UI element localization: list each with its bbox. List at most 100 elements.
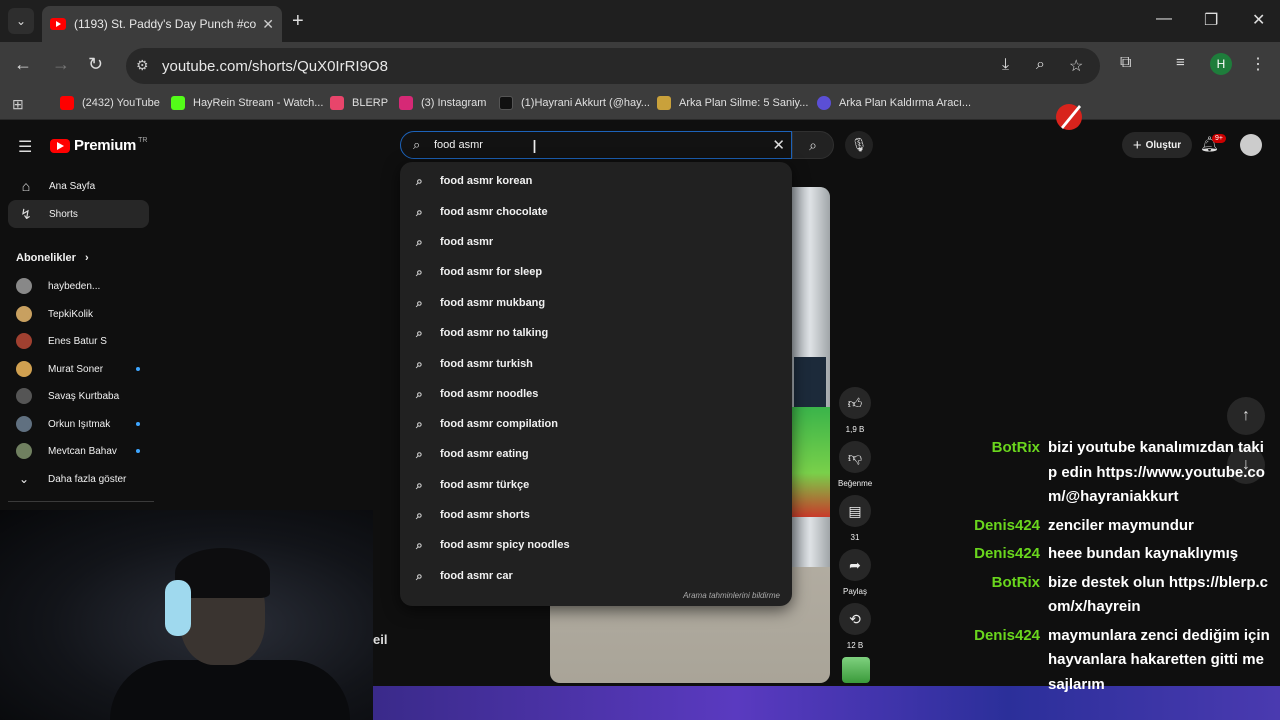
search-box[interactable]: ⌕ food asmr ✕ bbox=[400, 131, 792, 159]
profile-avatar[interactable]: H bbox=[1210, 53, 1232, 75]
subscription-name: TepkiKolik bbox=[48, 308, 94, 320]
search-icon: ⌕ bbox=[416, 386, 423, 401]
suggestion-item[interactable]: ⌕ food asmr korean bbox=[400, 166, 792, 196]
subscription-item[interactable]: Savaş Kurtbaba bbox=[16, 385, 140, 407]
chat-username: Denis424 bbox=[974, 545, 1040, 562]
suggestion-item[interactable]: ⌕ food asmr for sleep bbox=[400, 257, 792, 287]
suggestion-item[interactable]: ⌕ food asmr bbox=[400, 227, 792, 257]
search-icon: ⌕ bbox=[416, 234, 423, 249]
suggestion-item[interactable]: ⌕ food asmr shorts bbox=[400, 500, 792, 530]
bookmark-label: (3) Instagram bbox=[421, 97, 487, 109]
avatar[interactable] bbox=[1240, 134, 1262, 156]
bookmark-instagram[interactable]: (3) Instagram bbox=[399, 96, 486, 110]
instagram-icon bbox=[399, 96, 413, 110]
live-dot bbox=[136, 449, 140, 453]
like-button[interactable]: 👍︎ 1,9 B bbox=[838, 387, 872, 434]
subscription-item[interactable]: Orkun Işıtmak bbox=[16, 413, 140, 435]
suggestion-item[interactable]: ⌕ food asmr mukbang bbox=[400, 288, 792, 318]
restore-button[interactable]: ❐ bbox=[1204, 10, 1218, 30]
subscriptions-heading[interactable]: Abonelikler › bbox=[16, 252, 89, 264]
subscription-item[interactable]: Enes Batur S bbox=[16, 330, 140, 352]
suggestion-item[interactable]: ⌕ food asmr car bbox=[400, 561, 792, 591]
forward-button[interactable]: → bbox=[52, 54, 70, 75]
suggestion-text: food asmr turkish bbox=[440, 358, 533, 370]
reload-button[interactable]: ↻ bbox=[88, 54, 103, 75]
search-button[interactable]: ⌕ bbox=[792, 131, 834, 159]
back-button[interactable]: ← bbox=[14, 54, 32, 75]
browser-menu-icon[interactable]: ⋮ bbox=[1250, 54, 1266, 74]
subscription-name: Mevtcan Bahav bbox=[48, 445, 117, 457]
sidebar-item-home[interactable]: ⌂ Ana Sayfa bbox=[8, 172, 149, 200]
active-tab[interactable]: (1193) St. Paddy's Day Punch #cocktai ✕ bbox=[42, 6, 282, 42]
apps-icon[interactable]: ⊞ bbox=[12, 96, 24, 113]
search-icon: ⌕ bbox=[416, 477, 423, 492]
tab-close-icon[interactable]: ✕ bbox=[262, 16, 274, 33]
bg-remove-icon bbox=[817, 96, 831, 110]
subscription-item[interactable]: TepkiKolik bbox=[16, 303, 140, 325]
avatar bbox=[16, 361, 32, 377]
subscriptions-heading-label: Abonelikler bbox=[16, 252, 76, 264]
avatar bbox=[16, 306, 32, 322]
logo-text: Premium bbox=[74, 137, 137, 154]
subscription-name: Enes Batur S bbox=[48, 335, 107, 347]
comments-button[interactable]: ▤ 31 bbox=[838, 495, 872, 542]
youtube-premium-logo[interactable]: Premium TR bbox=[50, 137, 147, 154]
bookmark-label: BLERP bbox=[352, 97, 389, 109]
subscription-item[interactable]: Mevtcan Bahav bbox=[16, 440, 140, 462]
bookmark-tiktok[interactable]: (1)Hayrani Akkurt (@hay... bbox=[499, 96, 650, 110]
install-app-icon[interactable]: ⤓ bbox=[1002, 56, 1009, 74]
blerp-icon bbox=[330, 96, 344, 110]
bookmark-youtube[interactable]: (2432) YouTube bbox=[60, 96, 160, 110]
suggestion-item[interactable]: ⌕ food asmr compilation bbox=[400, 409, 792, 439]
suggestion-item[interactable]: ⌕ food asmr eating bbox=[400, 439, 792, 469]
remix-count: 12 B bbox=[846, 641, 864, 650]
media-control-icon[interactable]: ≡ bbox=[1176, 54, 1185, 71]
webcam-overlay bbox=[0, 510, 373, 720]
clear-search-icon[interactable]: ✕ bbox=[772, 136, 785, 154]
chat-text: bize destek olun https://blerp.com/x/hay… bbox=[1048, 573, 1269, 616]
sidebar-item-shorts[interactable]: ↯ Shorts bbox=[8, 200, 149, 228]
minimize-button[interactable]: — bbox=[1156, 10, 1172, 28]
close-window-button[interactable]: ✕ bbox=[1252, 10, 1265, 30]
bookmark-bg-remove-2[interactable]: Arka Plan Kaldırma Aracı... bbox=[817, 96, 971, 110]
search-icon: ⌕ bbox=[416, 325, 423, 340]
bookmark-bg-remove-1[interactable]: Arka Plan Silme: 5 Saniy... bbox=[657, 96, 808, 110]
suggestion-item[interactable]: ⌕ food asmr turkish bbox=[400, 349, 792, 379]
previous-video-button[interactable]: ↑ bbox=[1227, 397, 1265, 435]
suggestion-item[interactable]: ⌕ food asmr spicy noodles bbox=[400, 530, 792, 560]
tab-search-button[interactable]: ⌄ bbox=[8, 8, 34, 34]
report-predictions-link[interactable]: Arama tahminlerini bildirme bbox=[683, 591, 780, 600]
shorts-icon: ↯ bbox=[20, 205, 32, 222]
suggestion-item[interactable]: ⌕ food asmr chocolate bbox=[400, 197, 792, 227]
zoom-icon[interactable]: ⌕ bbox=[1036, 56, 1045, 74]
remix-button[interactable]: ⟲ 12 B bbox=[838, 603, 872, 650]
thumbs-down-icon: 👎︎ bbox=[839, 441, 871, 473]
logo-region: TR bbox=[138, 137, 148, 144]
menu-icon[interactable]: ☰ bbox=[18, 137, 32, 157]
show-more-button[interactable]: ⌄ Daha fazla göster bbox=[16, 468, 140, 490]
audio-thumbnail[interactable] bbox=[842, 657, 870, 683]
chat-username: BotRix bbox=[991, 439, 1040, 456]
youtube-favicon-icon bbox=[50, 18, 66, 30]
suggestion-item[interactable]: ⌕ food asmr türkçe bbox=[400, 470, 792, 500]
dislike-button[interactable]: 👎︎ Beğenme bbox=[838, 441, 872, 488]
suggestion-item[interactable]: ⌕ food asmr noodles bbox=[400, 379, 792, 409]
address-bar[interactable]: ⚙ youtube.com/shorts/QuX0IrRI9O8 ⤓ ⌕ ☆ bbox=[126, 48, 1100, 84]
create-button[interactable]: + Oluştur bbox=[1122, 132, 1192, 158]
search-input[interactable]: food asmr bbox=[434, 139, 483, 151]
site-settings-icon[interactable]: ⚙ bbox=[136, 57, 149, 74]
suggestion-item[interactable]: ⌕ food asmr no talking bbox=[400, 318, 792, 348]
bookmark-kick[interactable]: HayRein Stream - Watch... bbox=[171, 96, 323, 110]
new-tab-button[interactable]: + bbox=[292, 10, 304, 33]
remix-icon: ⟲ bbox=[839, 603, 871, 635]
bookmark-star-icon[interactable]: ☆ bbox=[1069, 56, 1083, 76]
share-button[interactable]: ➦ Paylaş bbox=[838, 549, 872, 596]
bookmark-blerp[interactable]: BLERP bbox=[330, 96, 388, 110]
subscription-item[interactable]: haybeden... bbox=[16, 275, 140, 297]
chat-text: zenciler maymundur bbox=[1048, 516, 1194, 534]
extensions-icon[interactable]: ⧉ bbox=[1120, 54, 1131, 72]
voice-search-button[interactable]: 🎙︎ bbox=[845, 131, 873, 159]
subscription-item[interactable]: Murat Soner bbox=[16, 358, 140, 380]
avatar bbox=[16, 278, 32, 294]
kick-icon bbox=[171, 96, 185, 110]
